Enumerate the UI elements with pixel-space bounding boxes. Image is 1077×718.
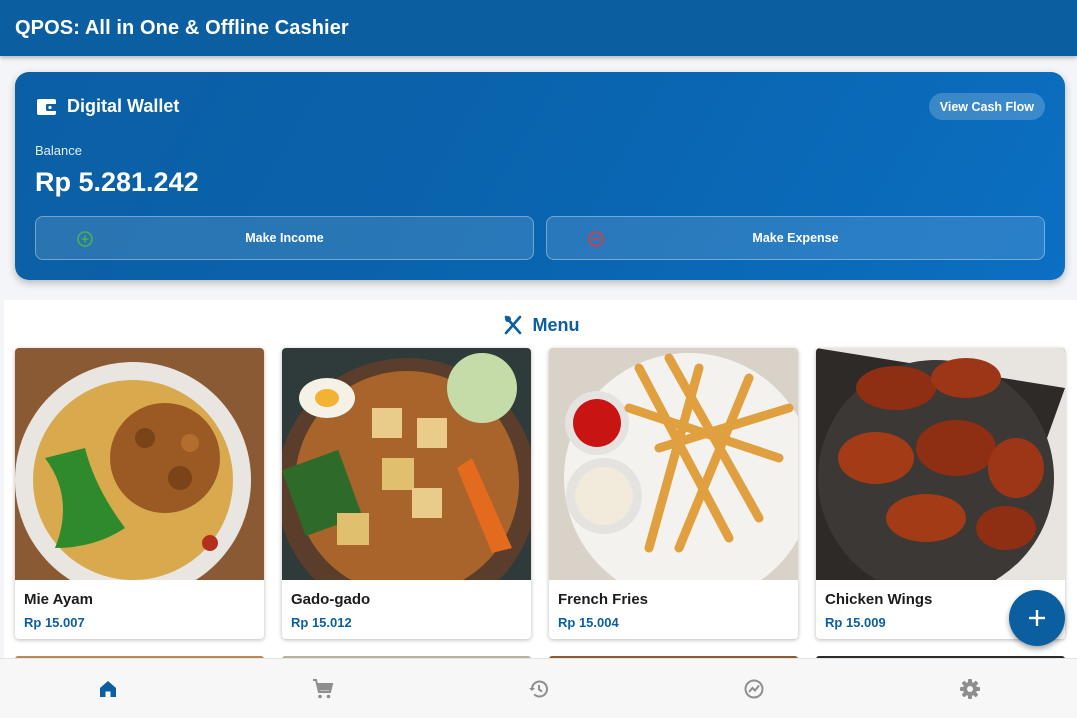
- view-cash-flow-button[interactable]: View Cash Flow: [928, 93, 1045, 120]
- menu-item-price: Rp 15.007: [24, 615, 85, 630]
- fork-knife-icon: [504, 315, 521, 335]
- wallet-header: Digital Wallet: [37, 96, 179, 117]
- menu-item-price: Rp 15.012: [291, 615, 352, 630]
- menu-item-name: French Fries: [558, 591, 649, 608]
- make-income-label: Make Income: [245, 231, 324, 245]
- digital-wallet-card: Digital Wallet View Cash Flow Balance Rp…: [15, 72, 1065, 280]
- nav-analytics[interactable]: [646, 659, 861, 718]
- app-bar: QPOS: All in One & Offline Cashier: [0, 0, 1077, 56]
- app-title: QPOS: All in One & Offline Cashier: [15, 16, 349, 39]
- gado-gado-image: [282, 348, 531, 580]
- menu-item-card[interactable]: French Fries Rp 15.004: [549, 348, 798, 639]
- history-icon: [528, 680, 548, 698]
- make-expense-label: Make Expense: [752, 231, 839, 245]
- plus-icon: [1029, 610, 1045, 626]
- menu-item-card[interactable]: Mie Ayam Rp 15.007: [15, 348, 264, 639]
- mie-ayam-image: [15, 348, 264, 580]
- menu-item-name: Mie Ayam: [24, 591, 93, 608]
- menu-title: Menu: [532, 314, 580, 335]
- balance-value: Rp 5.281.242: [35, 167, 199, 197]
- menu-item-name: Chicken Wings: [825, 591, 933, 608]
- bottom-navigation: [0, 658, 1077, 718]
- nav-home[interactable]: [0, 659, 215, 718]
- make-expense-button[interactable]: Make Expense: [546, 216, 1045, 260]
- french-fries-image: [549, 348, 798, 580]
- wallet-icon: [37, 98, 57, 115]
- menu-item-price: Rp 15.009: [825, 615, 886, 630]
- make-income-button[interactable]: Make Income: [35, 216, 534, 260]
- balance-label: Balance: [35, 143, 82, 158]
- home-icon: [99, 681, 116, 697]
- cart-icon: [312, 679, 333, 699]
- analytics-icon: [744, 679, 763, 699]
- add-circle-icon: [77, 231, 93, 247]
- nav-cart[interactable]: [215, 659, 430, 718]
- menu-item-price: Rp 15.004: [558, 615, 619, 630]
- menu-item-name: Gado-gado: [291, 591, 371, 608]
- menu-header: Menu: [4, 314, 1077, 336]
- nav-settings[interactable]: [862, 659, 1077, 718]
- chicken-wings-image: [816, 348, 1065, 580]
- settings-icon: [959, 679, 980, 699]
- remove-circle-icon: [588, 231, 604, 247]
- add-item-fab[interactable]: [1009, 590, 1065, 646]
- menu-item-card[interactable]: Gado-gado Rp 15.012: [282, 348, 531, 639]
- nav-history[interactable]: [431, 659, 646, 718]
- wallet-title: Digital Wallet: [67, 96, 180, 116]
